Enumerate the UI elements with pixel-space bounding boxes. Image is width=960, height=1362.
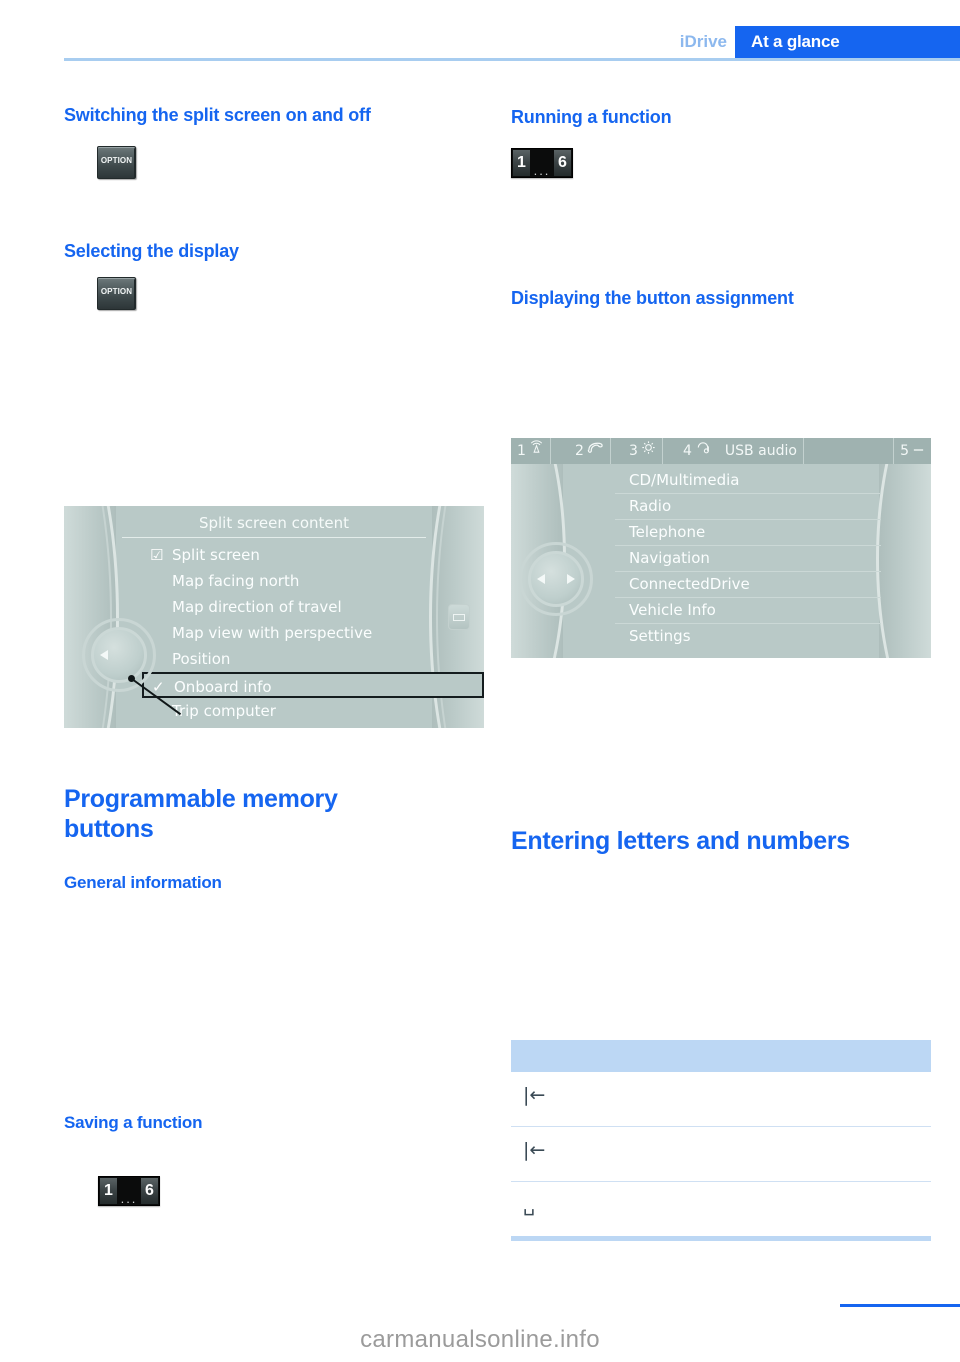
button-assignment-list-item[interactable]: Radio [615,493,881,519]
screen-title: Split screen content [198,514,350,532]
memory-button-6-label: 6 [141,1178,158,1204]
telephone-icon [587,438,604,464]
arrow-left-icon [537,574,545,584]
section-banner-label: At a glance [751,32,840,51]
status-bar-number: 2 [575,443,584,459]
heading-displaying-button-assignment: Displaying the button assignment [511,288,794,308]
option-hardware-button-1[interactable]: OPTION [97,146,136,179]
heading-switching-split-screen: Switching the split screen on and off [64,105,371,125]
heading-selecting-the-display: Selecting the display [64,241,239,261]
split-screen-menu-item-label: Split screen [172,546,260,564]
status-bar-segment-1[interactable]: 1 [511,438,551,464]
split-screen-menu-item-label: Map facing north [172,572,300,590]
breadcrumb-chapter: iDrive [679,32,727,51]
table-body: |← |← ␣ [511,1072,931,1236]
symbol-reference-table: |← |← ␣ [511,1040,931,1241]
checkmark-icon: ☑ [150,546,164,564]
button-assignment-list-item-label: Settings [629,627,691,645]
option-button-label: OPTION [100,287,133,296]
display-side-tab[interactable] [448,604,470,630]
split-screen-menu-item-label: Onboard info [174,678,272,696]
split-screen-menu-item[interactable]: ☑ Split screen [64,542,484,568]
watermark: carmanualsonline.info [360,1326,600,1353]
table-header-row [511,1040,931,1072]
split-screen-menu-item-label: Trip computer [172,702,276,720]
button-assignment-list-item-label: CD/Multimedia [629,471,740,489]
bezel-arc-right [876,438,931,658]
split-screen-menu-item-label: Position [172,650,231,668]
button-assignment-list: CD/Multimedia Radio Telephone Navigation Con… [615,468,881,649]
status-bar-segment-4[interactable]: 4 USB audio [677,438,804,464]
button-assignment-list-item-label: ConnectedDrive [629,575,750,593]
split-screen-menu-item[interactable]: Trip computer [64,698,484,724]
table-row: |← [511,1072,931,1127]
button-assignment-list-item[interactable]: Settings [615,623,881,649]
arrow-left-icon [100,650,108,660]
callout-anchor-dot [128,675,135,682]
backspace-icon: |← [523,1139,546,1161]
button-assignment-list-item-label: Telephone [629,523,706,541]
page-header: iDrive At a glance [0,0,960,64]
status-bar-number: 1 [517,443,526,459]
controller-puck-right[interactable] [528,551,584,607]
header-divider [64,58,960,61]
button-assignment-figure: 1 2 3 4 USB audio 5 CD/Multimedia Radio Telepho… [511,438,931,658]
button-assignment-list-item-label: Navigation [629,549,710,567]
button-assignment-list-item-label: Vehicle Info [629,601,716,619]
status-bar-number: 4 [683,443,692,459]
heading-saving-a-function: Saving a function [64,1113,203,1132]
memory-button-1-label: 1 [513,150,530,176]
heading-general-information: General information [64,873,222,892]
music-note-icon [695,438,711,464]
screen-title-divider [122,537,426,538]
gear-icon [641,438,656,464]
split-screen-menu-item[interactable]: ✓ Onboard info [142,672,484,698]
arrow-right-icon [567,574,575,584]
status-bar-text: USB audio [724,443,797,459]
split-screen-menu-item-label: Map direction of travel [172,598,342,616]
table-row: ␣ [511,1182,931,1236]
memory-button-6-label: 6 [554,150,571,176]
radio-waves-icon [529,438,544,464]
memory-button-ellipsis: ... [533,163,551,178]
display-status-bar: 1 2 3 4 USB audio 5 [511,438,931,464]
split-screen-menu-item[interactable]: Map facing north [64,568,484,594]
side-tab-icon [453,614,465,621]
status-bar-segment-5[interactable]: 5 [893,438,931,464]
button-assignment-list-item[interactable]: Navigation [615,545,881,571]
backspace-icon: |← [523,1084,546,1106]
option-hardware-button-2[interactable]: OPTION [97,277,136,310]
memory-button-ellipsis: ... [120,1191,138,1206]
status-bar-segment-2[interactable]: 2 [569,438,611,464]
heading-programmable-memory-buttons: Programmable memory buttons [64,785,338,843]
button-assignment-list-item[interactable]: CD/Multimedia [615,468,881,493]
status-bar-number: 3 [629,443,638,459]
memory-buttons-glyph-right[interactable]: 1 ... 6 [511,148,573,178]
memory-button-1-label: 1 [100,1178,117,1204]
memory-buttons-glyph-left[interactable]: 1 ... 6 [98,1176,160,1206]
table-row: |← [511,1127,931,1182]
heading-entering-letters-and-numbers: Entering letters and numbers [511,827,850,855]
button-assignment-list-item[interactable]: ConnectedDrive [615,571,881,597]
section-banner: At a glance [735,26,960,58]
button-assignment-list-item[interactable]: Telephone [615,519,881,545]
button-assignment-list-item-label: Radio [629,497,672,515]
footer-rule [840,1304,960,1307]
controller-puck-left[interactable] [91,627,147,683]
split-screen-menu-item[interactable]: Map direction of travel [64,594,484,620]
option-button-label: OPTION [100,156,133,165]
table-footer-rule [511,1236,931,1241]
heading-running-a-function: Running a function [511,107,672,127]
button-assignment-list-item[interactable]: Vehicle Info [615,597,881,623]
status-bar-number: 5 [900,443,909,459]
split-screen-content-figure: Split screen content ☑ Split screen Map fa… [64,506,484,728]
status-bar-segment-3[interactable]: 3 [623,438,663,464]
dash-icon [912,438,925,464]
split-screen-menu-item-label: Map view with perspective [172,624,373,642]
space-bar-icon: ␣ [523,1194,536,1216]
